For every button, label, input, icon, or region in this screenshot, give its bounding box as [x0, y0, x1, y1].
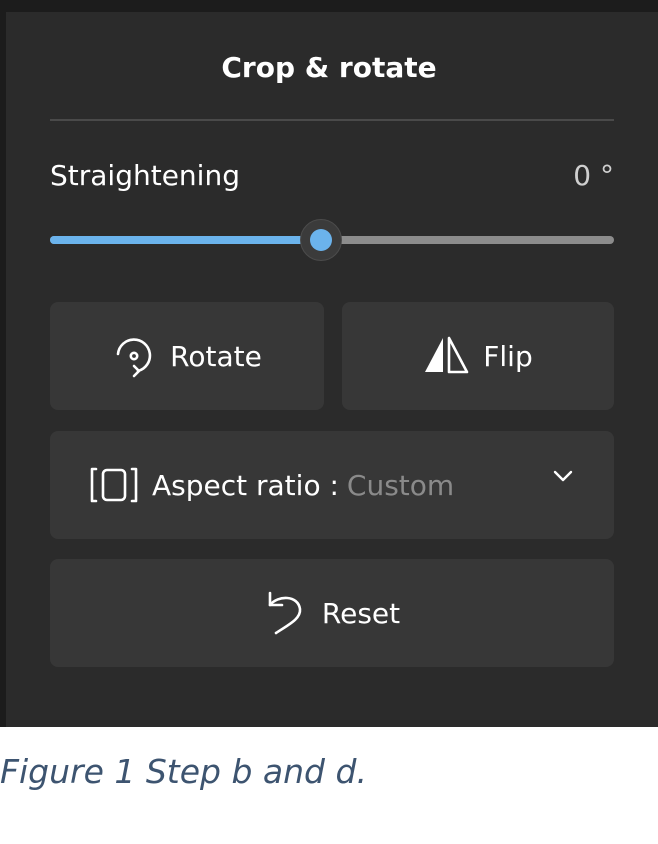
aspect-ratio-dropdown[interactable]: Aspect ratio : Custom: [50, 431, 614, 539]
window-top-bar: [0, 0, 658, 12]
reset-button[interactable]: Reset: [50, 559, 614, 667]
straightening-slider-thumb[interactable]: [300, 219, 342, 261]
reset-label: Reset: [321, 596, 401, 630]
straightening-label: Straightening: [50, 159, 240, 192]
screenshot: Crop & rotate Straightening 0 ° Rotate F…: [0, 0, 658, 727]
flip-label: Flip: [483, 339, 533, 373]
undo-icon: [264, 589, 308, 637]
flip-button[interactable]: Flip: [342, 302, 614, 410]
panel-title: Crop & rotate: [221, 51, 437, 84]
slider-thumb-dot: [310, 229, 332, 251]
rotate-button[interactable]: Rotate: [50, 302, 324, 410]
title-divider: [50, 119, 614, 121]
flip-icon: [423, 336, 469, 376]
aspect-ratio-icon: [90, 465, 138, 505]
rotate-label: Rotate: [170, 339, 262, 373]
figure-caption: Figure 1 Step b and d.: [0, 752, 367, 791]
rotate-icon: [112, 334, 156, 378]
chevron-down-icon: [552, 469, 574, 483]
aspect-ratio-value: Custom: [346, 468, 455, 502]
straightening-value: 0 °: [573, 159, 614, 192]
aspect-ratio-label: Aspect ratio :: [152, 468, 339, 502]
straightening-slider-fill: [50, 236, 321, 244]
